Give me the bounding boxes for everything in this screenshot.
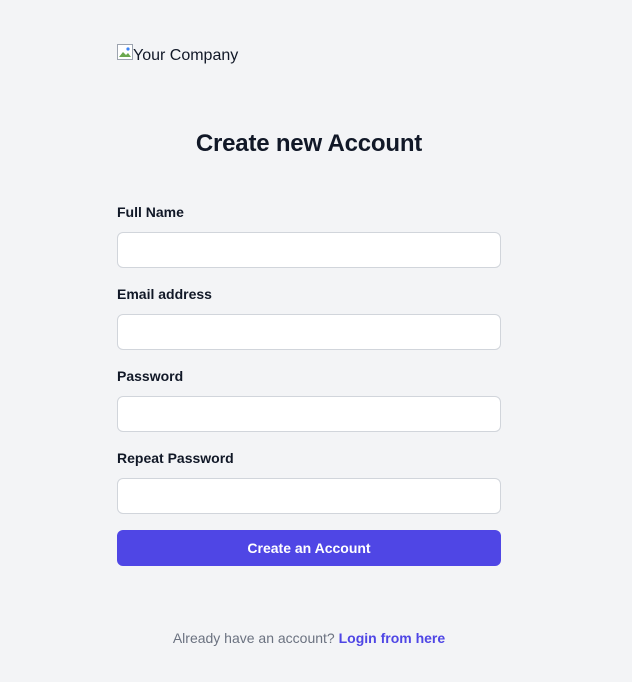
repeat-password-label: Repeat Password	[117, 450, 234, 466]
company-logo: Your Company	[117, 44, 238, 68]
signup-page: Your Company Create new Account Full Nam…	[0, 0, 632, 682]
login-prompt-text: Already have an account?	[172, 630, 335, 646]
email-input[interactable]	[117, 314, 501, 350]
broken-image-icon	[117, 44, 133, 60]
repeat-password-input[interactable]	[117, 478, 501, 514]
full-name-group: Full Name	[117, 202, 501, 268]
logo-alt-text: Your Company	[133, 47, 239, 64]
signup-form: Full Name Email address Password Repeat …	[117, 202, 501, 566]
full-name-input[interactable]	[117, 232, 501, 268]
email-label: Email address	[117, 286, 212, 302]
email-group: Email address	[117, 284, 501, 350]
password-group: Password	[117, 366, 501, 432]
create-account-button[interactable]: Create an Account	[117, 530, 501, 566]
password-label: Password	[117, 368, 184, 384]
login-prompt: Already have an account? Login from here	[0, 628, 618, 648]
page-title: Create new Account	[195, 130, 423, 157]
full-name-label: Full Name	[117, 204, 184, 220]
repeat-password-group: Repeat Password	[117, 448, 501, 514]
password-input[interactable]	[117, 396, 501, 432]
login-link[interactable]: Login from here	[339, 630, 446, 646]
